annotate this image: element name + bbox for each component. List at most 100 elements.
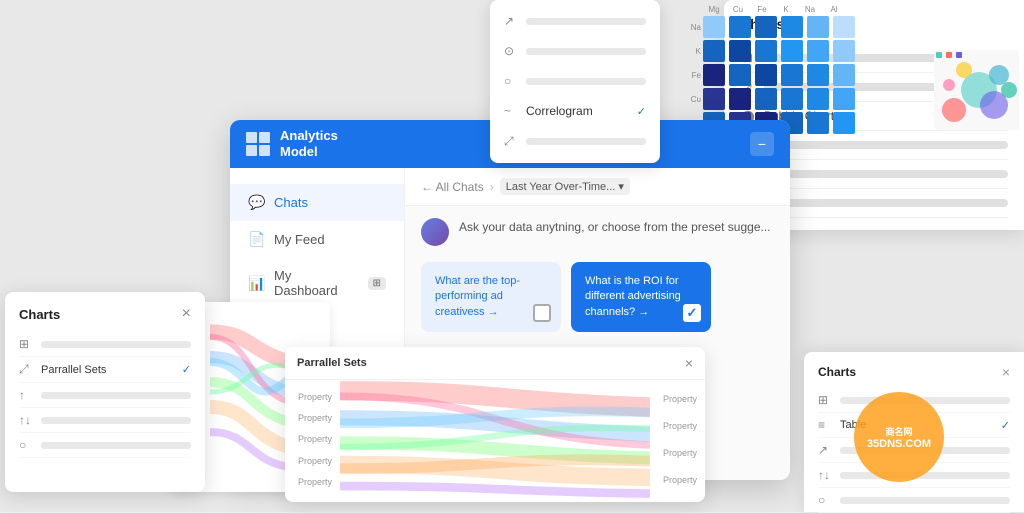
sidebar-item-feed[interactable]: 📄 My Feed	[230, 221, 404, 258]
pl-label-5: Property	[293, 477, 332, 487]
hm-col-k: K	[775, 5, 797, 14]
suggestion-card-2[interactable]: What is the ROI for different advertisin…	[571, 262, 711, 332]
table-check: ✓	[1001, 419, 1010, 432]
hm-col-mg: Mg	[703, 5, 725, 14]
dropdown-item-2[interactable]: ⊙	[490, 36, 660, 66]
updown-icon: ↑↓	[19, 413, 33, 427]
suggestion-text-1: What are the top-performing ad creatives…	[435, 275, 520, 318]
parallel-check: ✓	[182, 363, 191, 376]
dropdown-item-3[interactable]: ○	[490, 66, 660, 96]
heatmap-row-4: Cu	[689, 88, 859, 110]
pl-label-2: Property	[293, 413, 332, 423]
bubble-svg	[934, 50, 1019, 130]
scatter-icon-2: ⊙	[504, 44, 518, 58]
suggestion-card-1[interactable]: What are the top-performing ad creatives…	[421, 262, 561, 332]
chart-bar-6	[764, 199, 1008, 207]
charts-panel-front: Charts × ⊞ ⤢ Parrallel Sets ✓ ↑ ↑↓ ○	[5, 292, 205, 492]
charts-table-title: Charts	[818, 365, 856, 379]
bar-up-icon: ↑	[19, 388, 33, 402]
watermark-line2: 35DNS.COM	[867, 438, 931, 450]
pr-label-1: Property	[658, 394, 697, 404]
breadcrumb-dropdown[interactable]: Last Year Over-Time... ▾	[500, 178, 630, 195]
dashboard-badge: ⊞	[368, 277, 386, 290]
ring-icon: ○	[19, 438, 33, 452]
ct-item-5[interactable]: ○	[818, 488, 1010, 513]
hm-col-na: Na	[799, 5, 821, 14]
chats-icon: 💬	[248, 194, 264, 211]
dropdown-item-correlogram[interactable]: ~ Correlogram ✓	[490, 96, 660, 126]
parallel-sets-panel: Parrallel Sets × Property Property Prope…	[285, 347, 705, 502]
pr-label-2: Property	[658, 421, 697, 431]
charts-front-item-3[interactable]: ↑	[19, 383, 191, 408]
heatmap-row-3: Fe	[689, 64, 859, 86]
di-bar-5	[526, 138, 646, 145]
di-bar-2	[526, 48, 646, 55]
di-bar-3	[526, 78, 646, 85]
chat-prompt: Ask your data anytning, or choose from t…	[421, 218, 774, 246]
sankey-svg	[340, 380, 650, 499]
correlogram-check: ✓	[637, 105, 646, 118]
check-icon: ✓	[687, 304, 698, 322]
collapse-button[interactable]: −	[750, 132, 774, 156]
parallel-icon: ⤢	[19, 362, 33, 377]
correlogram-label: Correlogram	[526, 104, 629, 118]
suggestion-cards: What are the top-performing ad creatives…	[421, 262, 774, 332]
table-icon: ≡	[818, 418, 832, 432]
breadcrumb-bar: ← All Chats › Last Year Over-Time... ▾	[405, 168, 790, 206]
charts-front-header: Charts ×	[19, 306, 191, 322]
heatmap-row-1: Na	[689, 16, 859, 38]
chart-dropdown[interactable]: ↗ ⊙ ○ ~ Correlogram ✓ ⤢	[490, 0, 660, 163]
pr-label-4: Property	[658, 475, 697, 485]
parallel-panel-header: Parrallel Sets ×	[285, 347, 705, 380]
dropdown-item-1[interactable]: ↗	[490, 6, 660, 36]
charts-front-item-parallel[interactable]: ⤢ Parrallel Sets ✓	[19, 357, 191, 383]
app-title: Analytics Model	[280, 128, 338, 159]
ci-bar-1	[41, 341, 191, 348]
grid-icon-2: ⊞	[19, 337, 33, 351]
ct-grid-icon: ⊞	[818, 393, 832, 407]
chat-avatar	[421, 218, 449, 246]
charts-front-close[interactable]: ×	[182, 306, 191, 322]
pl-label-4: Property	[293, 456, 332, 466]
hm-col-fe: Fe	[751, 5, 773, 14]
ct-bar-5	[840, 497, 1010, 504]
charts-front-item-1[interactable]: ⊞	[19, 332, 191, 357]
chat-prompt-text: Ask your data anytning, or choose from t…	[459, 218, 771, 236]
charts-front-item-5[interactable]: ○	[19, 433, 191, 458]
bar-chart-icon: ↗	[504, 14, 518, 28]
parallel-label: Parrallel Sets	[41, 364, 174, 376]
parallel-left-labels: Property Property Property Property Prop…	[285, 380, 340, 499]
charts-front-title: Charts	[19, 307, 60, 322]
diagonal-icon: ⤢	[504, 134, 518, 149]
parallel-panel-title: Parrallel Sets	[297, 357, 367, 369]
charts-table-close[interactable]: ×	[1002, 364, 1010, 380]
dropdown-item-5[interactable]: ⤢	[490, 126, 660, 157]
breadcrumb-back[interactable]: ← All Chats	[421, 180, 484, 194]
checkbox-2[interactable]: ✓	[683, 304, 701, 322]
breadcrumb-sep: ›	[490, 180, 494, 194]
chats-label: Chats	[274, 195, 308, 210]
sidebar-item-dashboard[interactable]: 📊 My Dashboard ⊞	[230, 258, 404, 308]
sidebar-item-chats[interactable]: 💬 Chats	[230, 184, 404, 221]
pr-label-3: Property	[658, 448, 697, 458]
ci-bar-4	[41, 417, 191, 424]
bubble-chart-thumbnail	[934, 50, 1019, 130]
app-logo-icon	[246, 132, 270, 156]
chevron-down-icon: ▾	[618, 180, 624, 193]
heatmap-col-labels: Mg Cu Fe K Na Al	[703, 5, 859, 14]
charts-front-item-4[interactable]: ↑↓	[19, 408, 191, 433]
correlogram-icon: ~	[504, 104, 518, 118]
chat-area: Ask your data anytning, or choose from t…	[405, 206, 790, 344]
watermark: 商名网 35DNS.COM	[854, 392, 944, 482]
checkbox-1[interactable]	[533, 304, 551, 322]
feed-label: My Feed	[274, 232, 325, 247]
dashboard-label: My Dashboard	[274, 268, 358, 298]
parallel-panel-close[interactable]: ×	[685, 355, 693, 371]
circle-icon-2: ○	[504, 74, 518, 88]
hm-col-al: Al	[823, 5, 845, 14]
suggestion-text-2: What is the ROI for different advertisin…	[585, 275, 681, 318]
pl-label-1: Property	[293, 392, 332, 402]
ci-bar-3	[41, 392, 191, 399]
ci-bar-5	[41, 442, 191, 449]
ct-updown-icon: ↑↓	[818, 468, 832, 482]
